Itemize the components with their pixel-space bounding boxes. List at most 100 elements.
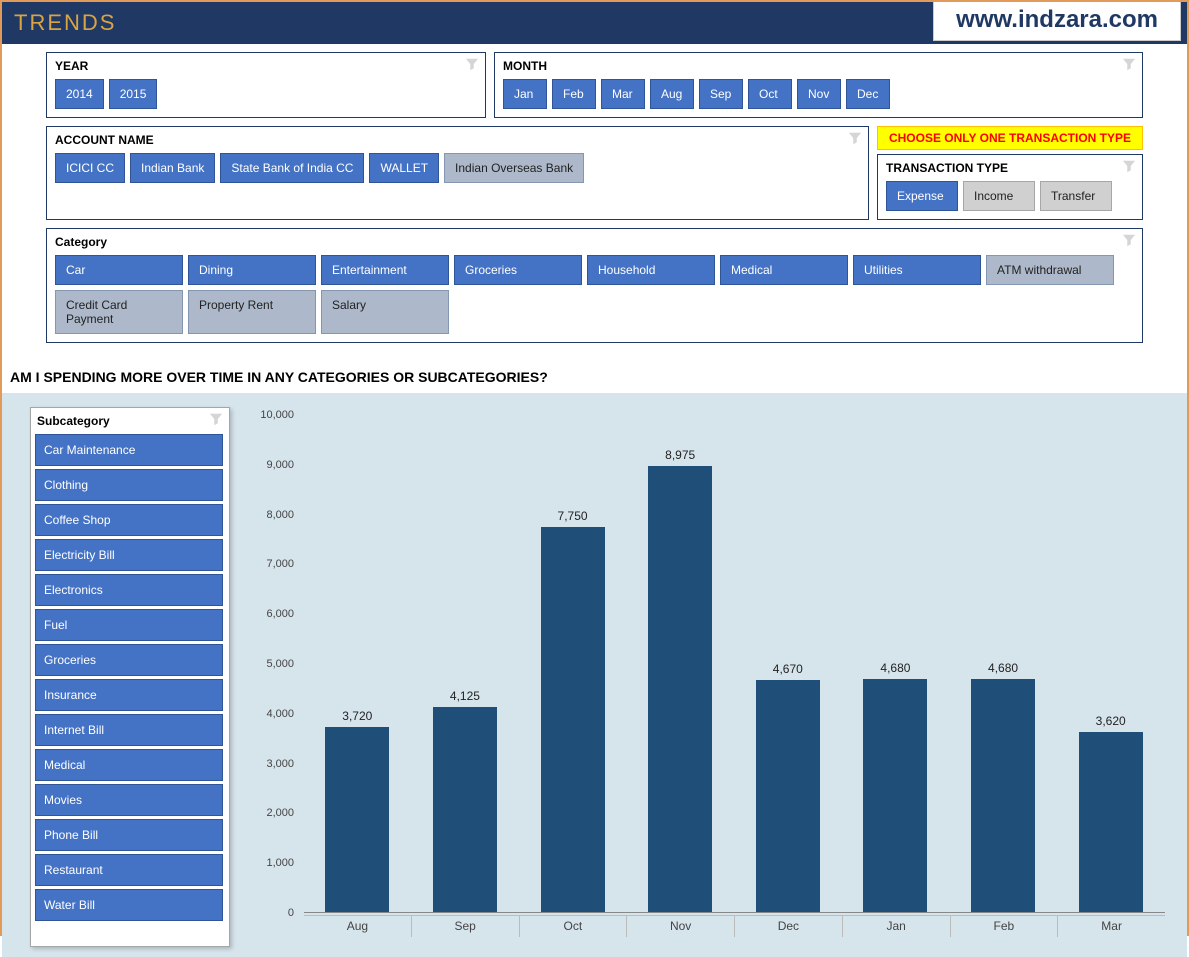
bar: 7,750 (541, 527, 605, 912)
y-tick-label: 7,000 (266, 558, 294, 570)
slicer-chip[interactable]: Indian Overseas Bank (444, 153, 584, 183)
subcategory-item[interactable]: Movies (35, 784, 223, 816)
brand-badge: www.indzara.com (933, 2, 1181, 41)
bar-value-label: 4,680 (880, 661, 910, 675)
slicer-chip[interactable]: Jan (503, 79, 547, 109)
x-tick-label: Mar (1057, 915, 1165, 937)
slicer-chip[interactable]: Aug (650, 79, 694, 109)
slicer-chip[interactable]: Indian Bank (130, 153, 215, 183)
bar: 4,680 (863, 679, 927, 912)
filter-icon[interactable] (848, 131, 862, 145)
subcategory-item[interactable]: Clothing (35, 469, 223, 501)
slicer-chip[interactable]: Medical (720, 255, 848, 285)
subcategory-item[interactable]: Car Maintenance (35, 434, 223, 466)
x-tick-label: Oct (519, 915, 627, 937)
transaction-type-column: CHOOSE ONLY ONE TRANSACTION TYPE TRANSAC… (877, 126, 1143, 220)
section-question: AM I SPENDING MORE OVER TIME IN ANY CATE… (2, 359, 1187, 389)
y-tick-label: 0 (288, 907, 294, 919)
filter-icon[interactable] (465, 57, 479, 71)
transaction-type-slicer: TRANSACTION TYPE ExpenseIncomeTransfer (877, 154, 1143, 220)
slicer-chip[interactable]: Household (587, 255, 715, 285)
subcategory-list[interactable]: Car MaintenanceClothingCoffee ShopElectr… (35, 434, 225, 942)
filter-icon[interactable] (1122, 159, 1136, 173)
slicer-chip[interactable]: Groceries (454, 255, 582, 285)
y-tick-label: 6,000 (266, 608, 294, 620)
slicer-chip[interactable]: 2014 (55, 79, 104, 109)
bar-slot: 3,620 (1057, 415, 1165, 912)
slicer-chip[interactable]: Utilities (853, 255, 981, 285)
y-axis: 01,0002,0003,0004,0005,0006,0007,0008,00… (234, 415, 300, 913)
subcategory-item[interactable]: Medical (35, 749, 223, 781)
subcategory-item[interactable]: Groceries (35, 644, 223, 676)
slicer-chip[interactable]: Car (55, 255, 183, 285)
y-tick-label: 4,000 (266, 708, 294, 720)
subcategory-item[interactable]: Restaurant (35, 854, 223, 886)
trend-bar-chart: 01,0002,0003,0004,0005,0006,0007,0008,00… (234, 407, 1175, 937)
bar: 8,975 (648, 466, 712, 912)
bar: 4,680 (971, 679, 1035, 912)
filter-icon[interactable] (1122, 233, 1136, 247)
bar: 3,620 (1079, 732, 1143, 912)
slicer-chip[interactable]: WALLET (369, 153, 439, 183)
slicer-chip[interactable]: Feb (552, 79, 596, 109)
y-tick-label: 10,000 (260, 409, 294, 421)
bar-value-label: 4,125 (450, 689, 480, 703)
subcategory-item[interactable]: Phone Bill (35, 819, 223, 851)
slicer-chip[interactable]: Dec (846, 79, 890, 109)
slicer-chip[interactable]: State Bank of India CC (220, 153, 364, 183)
y-tick-label: 2,000 (266, 807, 294, 819)
bar: 4,670 (756, 680, 820, 912)
subcategory-item[interactable]: Electronics (35, 574, 223, 606)
subcategory-item[interactable]: Fuel (35, 609, 223, 641)
filter-icon[interactable] (1122, 57, 1136, 71)
bar: 3,720 (325, 727, 389, 912)
subcategory-item[interactable]: Internet Bill (35, 714, 223, 746)
month-slicer: MONTH JanFebMarAugSepOctNovDec (494, 52, 1143, 118)
subcategory-item[interactable]: Insurance (35, 679, 223, 711)
x-tick-label: Nov (626, 915, 734, 937)
slicer-chip[interactable]: Entertainment (321, 255, 449, 285)
slicer-chip[interactable]: ICICI CC (55, 153, 125, 183)
y-tick-label: 3,000 (266, 758, 294, 770)
slicer-chip[interactable]: Oct (748, 79, 792, 109)
slicer-chip[interactable]: Income (963, 181, 1035, 211)
page-title: TRENDS (14, 10, 116, 36)
bar-slot: 3,720 (304, 415, 412, 912)
slicer-chip[interactable]: Sep (699, 79, 743, 109)
x-tick-label: Sep (411, 915, 519, 937)
subcategory-slicer-title: Subcategory (35, 412, 225, 434)
bar-value-label: 4,680 (988, 661, 1018, 675)
slicer-chip[interactable]: Mar (601, 79, 645, 109)
slicer-chip[interactable]: Dining (188, 255, 316, 285)
month-slicer-title: MONTH (503, 59, 1134, 73)
filter-icon[interactable] (209, 412, 223, 426)
bar-slot: 4,670 (735, 415, 843, 912)
slicer-chip[interactable]: ATM withdrawal (986, 255, 1114, 285)
x-tick-label: Feb (950, 915, 1058, 937)
slicer-chip[interactable]: Credit Card Payment (55, 290, 183, 334)
x-tick-label: Aug (304, 915, 411, 937)
year-slicer-title: YEAR (55, 59, 477, 73)
slicer-chip[interactable]: 2015 (109, 79, 158, 109)
bar: 4,125 (433, 707, 497, 912)
bar-slot: 4,680 (842, 415, 950, 912)
transaction-type-title: TRANSACTION TYPE (886, 161, 1134, 175)
subcategory-item[interactable]: Coffee Shop (35, 504, 223, 536)
account-slicer-title: ACCOUNT NAME (55, 133, 860, 147)
slicer-chip[interactable]: Transfer (1040, 181, 1112, 211)
bar-value-label: 8,975 (665, 448, 695, 462)
slicer-chip[interactable]: Salary (321, 290, 449, 334)
year-slicer: YEAR 20142015 (46, 52, 486, 118)
chart-panel: Subcategory Car MaintenanceClothingCoffe… (2, 393, 1187, 957)
bar-value-label: 4,670 (773, 662, 803, 676)
slicer-chip[interactable]: Expense (886, 181, 958, 211)
slicer-chip[interactable]: Nov (797, 79, 841, 109)
slicer-chip[interactable]: Property Rent (188, 290, 316, 334)
bar-slot: 4,680 (950, 415, 1058, 912)
category-slicer-title: Category (55, 235, 1134, 249)
plot-area: 3,720 4,125 7,750 8,975 4,670 4,680 4,680 3,620 (304, 415, 1165, 913)
subcategory-item[interactable]: Electricity Bill (35, 539, 223, 571)
x-tick-label: Jan (842, 915, 950, 937)
subcategory-item[interactable]: Water Bill (35, 889, 223, 921)
y-tick-label: 1,000 (266, 857, 294, 869)
